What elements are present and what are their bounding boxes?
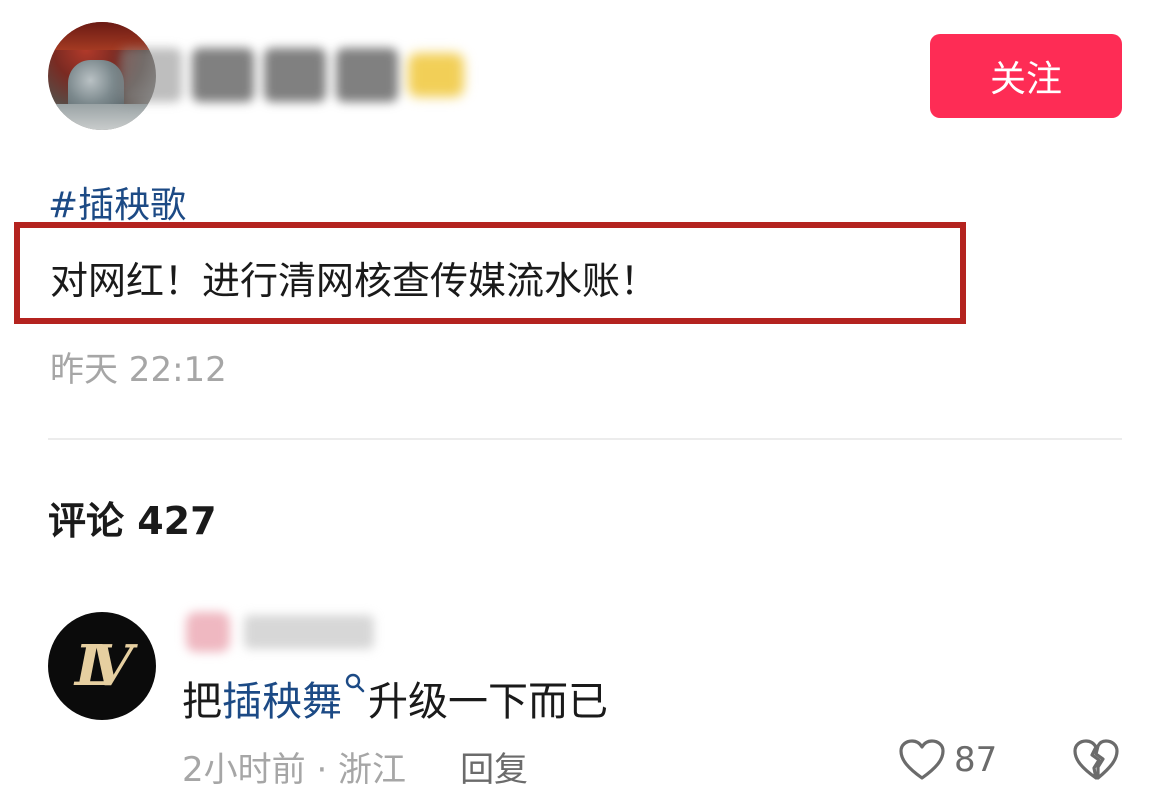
like-count: 87 <box>954 740 998 780</box>
blurred-char <box>120 48 182 102</box>
broken-heart-icon[interactable] <box>1072 738 1120 782</box>
blurred-char <box>192 48 254 102</box>
avatar-ground-shape <box>48 104 156 130</box>
commenter-name-blurred[interactable] <box>186 612 374 652</box>
post-text: 对网红！进行清网核查传媒流水账！ <box>50 259 659 303</box>
comments-count-heading: 评论 427 <box>48 499 217 543</box>
comment-time-location: 2小时前 · 浙江 <box>182 750 407 790</box>
blurred-char <box>186 612 230 652</box>
comment-meta: 2小时前 · 浙江 回复 <box>182 742 528 791</box>
heart-icon <box>899 739 945 780</box>
divider <box>48 438 1122 440</box>
post-page: 关注 #插秧歌 对网红！进行清网核查传媒流水账！ 昨天 22:12 评论 427… <box>0 0 1170 804</box>
avatar-roof-shape <box>48 22 156 50</box>
comment-text: 把 插秧舞 升级一下而已 <box>182 672 608 730</box>
blurred-char <box>264 48 326 102</box>
like-button[interactable]: 87 <box>898 738 997 782</box>
comment-text-suffix: 升级一下而已 <box>368 679 608 725</box>
blurred-char <box>244 615 374 649</box>
follow-button[interactable]: 关注 <box>930 34 1122 118</box>
lv-logo-mark: LV <box>74 633 133 699</box>
search-icon[interactable] <box>344 672 366 694</box>
crown-icon <box>408 53 464 97</box>
reply-button[interactable]: 回复 <box>460 742 528 791</box>
comment-text-prefix: 把 <box>182 679 222 725</box>
commenter-avatar[interactable]: LV <box>48 612 156 720</box>
blurred-char <box>336 48 398 102</box>
post-timestamp: 昨天 22:12 <box>50 350 227 390</box>
author-name-blurred[interactable] <box>120 48 464 102</box>
comment-search-link[interactable]: 插秧舞 <box>222 674 342 730</box>
